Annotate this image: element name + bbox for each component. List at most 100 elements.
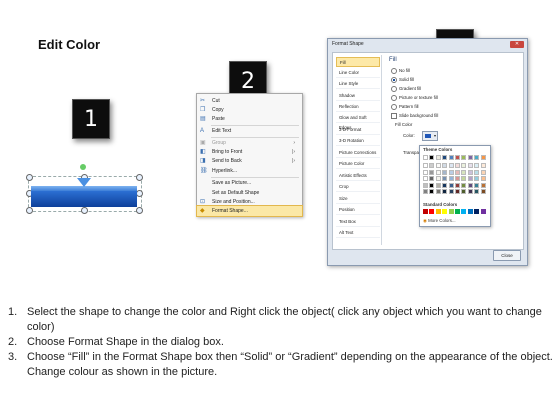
theme-color-swatch[interactable]	[480, 169, 486, 175]
theme-color-swatch[interactable]	[423, 182, 428, 188]
theme-color-swatch[interactable]	[480, 163, 486, 169]
standard-color-swatch[interactable]	[474, 209, 480, 214]
theme-color-swatch[interactable]	[442, 169, 448, 175]
theme-color-swatch[interactable]	[429, 189, 435, 194]
option-solid-fill[interactable]: Solid fill	[391, 76, 414, 83]
theme-color-swatch[interactable]	[474, 189, 480, 194]
menu-item-hyperlink[interactable]: ⛓ Hyperlink...	[197, 166, 302, 176]
theme-color-swatch[interactable]	[429, 176, 435, 182]
category-picture-color[interactable]: Picture Color	[336, 159, 380, 169]
resize-handle[interactable]	[136, 207, 143, 214]
close-button[interactable]: Close	[493, 250, 521, 261]
theme-color-swatch[interactable]	[429, 169, 435, 175]
category-picture-corrections[interactable]: Picture Corrections	[336, 148, 380, 158]
option-no-fill[interactable]: No fill	[391, 67, 410, 74]
theme-color-swatch[interactable]	[435, 189, 441, 194]
category-line-style[interactable]: Line Style	[336, 79, 380, 89]
category-artistic-effects[interactable]: Artistic Effects	[336, 171, 380, 181]
checkbox[interactable]	[391, 112, 397, 119]
theme-color-swatch[interactable]	[467, 182, 473, 188]
radio-button[interactable]	[391, 67, 397, 74]
theme-color-swatch[interactable]	[429, 155, 435, 160]
menu-item-send-to-back[interactable]: ◨ Send to Back |›	[197, 156, 302, 166]
theme-color-swatch[interactable]	[423, 176, 428, 182]
theme-color-swatch[interactable]	[474, 176, 480, 182]
theme-color-swatch[interactable]	[435, 163, 441, 169]
radio-button[interactable]	[391, 94, 397, 101]
theme-color-swatch[interactable]	[455, 155, 460, 160]
standard-color-swatch[interactable]	[423, 209, 428, 214]
category-glow-soft-edges[interactable]: Glow and Soft Edges	[336, 113, 380, 130]
theme-color-swatch[interactable]	[442, 189, 448, 194]
theme-color-swatch[interactable]	[442, 155, 448, 160]
theme-color-swatch[interactable]	[442, 176, 448, 182]
standard-color-swatch[interactable]	[461, 209, 467, 214]
radio-button-selected[interactable]	[391, 76, 397, 83]
theme-color-swatch[interactable]	[461, 189, 467, 194]
category-size[interactable]: Size	[336, 194, 380, 204]
option-slide-background-fill[interactable]: Slide background fill	[391, 112, 438, 119]
menu-item-edit-text[interactable]: A Edit Text	[197, 126, 302, 136]
theme-color-swatch[interactable]	[423, 169, 428, 175]
category-text-box[interactable]: Text Box	[336, 217, 380, 227]
theme-color-swatch[interactable]	[435, 176, 441, 182]
category-line-color[interactable]: Line Color	[336, 68, 380, 78]
selected-shape[interactable]	[26, 164, 143, 214]
category-position[interactable]: Position	[336, 205, 380, 215]
category-crop[interactable]: Crop	[336, 182, 380, 192]
theme-color-swatch[interactable]	[448, 182, 454, 188]
standard-color-swatch[interactable]	[429, 209, 435, 214]
option-pattern-fill[interactable]: Pattern fill	[391, 103, 419, 110]
radio-button[interactable]	[391, 85, 397, 92]
theme-color-swatch[interactable]	[474, 182, 480, 188]
standard-color-swatch[interactable]	[448, 209, 454, 214]
category-3d-format[interactable]: 3-D Format	[336, 125, 380, 135]
theme-color-swatch[interactable]	[429, 182, 435, 188]
option-gradient-fill[interactable]: Gradient fill	[391, 85, 421, 92]
radio-button[interactable]	[391, 103, 397, 110]
theme-color-swatch[interactable]	[423, 155, 428, 160]
resize-handle[interactable]	[26, 174, 33, 181]
theme-color-swatch[interactable]	[448, 169, 454, 175]
theme-color-swatch[interactable]	[480, 189, 486, 194]
theme-color-swatch[interactable]	[423, 163, 428, 169]
theme-color-swatch[interactable]	[467, 169, 473, 175]
theme-color-swatch[interactable]	[435, 155, 441, 160]
theme-color-swatch[interactable]	[448, 189, 454, 194]
theme-color-swatch[interactable]	[423, 189, 428, 194]
theme-color-swatch[interactable]	[448, 176, 454, 182]
category-alt-text[interactable]: Alt Text	[336, 228, 380, 238]
theme-color-swatch[interactable]	[435, 182, 441, 188]
rotation-handle[interactable]	[80, 164, 86, 170]
theme-color-swatch[interactable]	[467, 189, 473, 194]
theme-color-swatch[interactable]	[455, 176, 460, 182]
theme-color-swatch[interactable]	[429, 163, 435, 169]
standard-color-swatch[interactable]	[455, 209, 460, 214]
theme-color-swatch[interactable]	[448, 155, 454, 160]
theme-color-swatch[interactable]	[474, 163, 480, 169]
theme-color-swatch[interactable]	[442, 182, 448, 188]
more-colors-link[interactable]: ◉ More Colors...	[423, 218, 456, 224]
category-reflection[interactable]: Reflection	[336, 102, 380, 112]
resize-handle[interactable]	[26, 207, 33, 214]
category-fill[interactable]: Fill	[336, 57, 380, 67]
theme-color-swatch[interactable]	[480, 155, 486, 160]
resize-handle[interactable]	[136, 190, 143, 197]
theme-color-swatch[interactable]	[461, 163, 467, 169]
theme-color-swatch[interactable]	[461, 155, 467, 160]
close-icon[interactable]: ✕	[510, 41, 524, 48]
theme-color-swatch[interactable]	[448, 163, 454, 169]
menu-item-paste[interactable]: ▤ Paste	[197, 114, 302, 124]
menu-item-format-shape[interactable]: ◆ Format Shape...	[196, 205, 303, 217]
theme-color-swatch[interactable]	[442, 163, 448, 169]
resize-handle[interactable]	[81, 207, 88, 214]
category-shadow[interactable]: Shadow	[336, 91, 380, 101]
theme-color-swatch[interactable]	[455, 182, 460, 188]
theme-color-swatch[interactable]	[455, 189, 460, 194]
menu-item-save-as-picture[interactable]: Save as Picture...	[197, 178, 302, 188]
theme-color-swatch[interactable]	[467, 163, 473, 169]
theme-color-swatch[interactable]	[467, 155, 473, 160]
theme-color-swatch[interactable]	[455, 169, 460, 175]
option-picture-texture-fill[interactable]: Picture or texture fill	[391, 94, 438, 101]
standard-color-swatch[interactable]	[442, 209, 448, 214]
